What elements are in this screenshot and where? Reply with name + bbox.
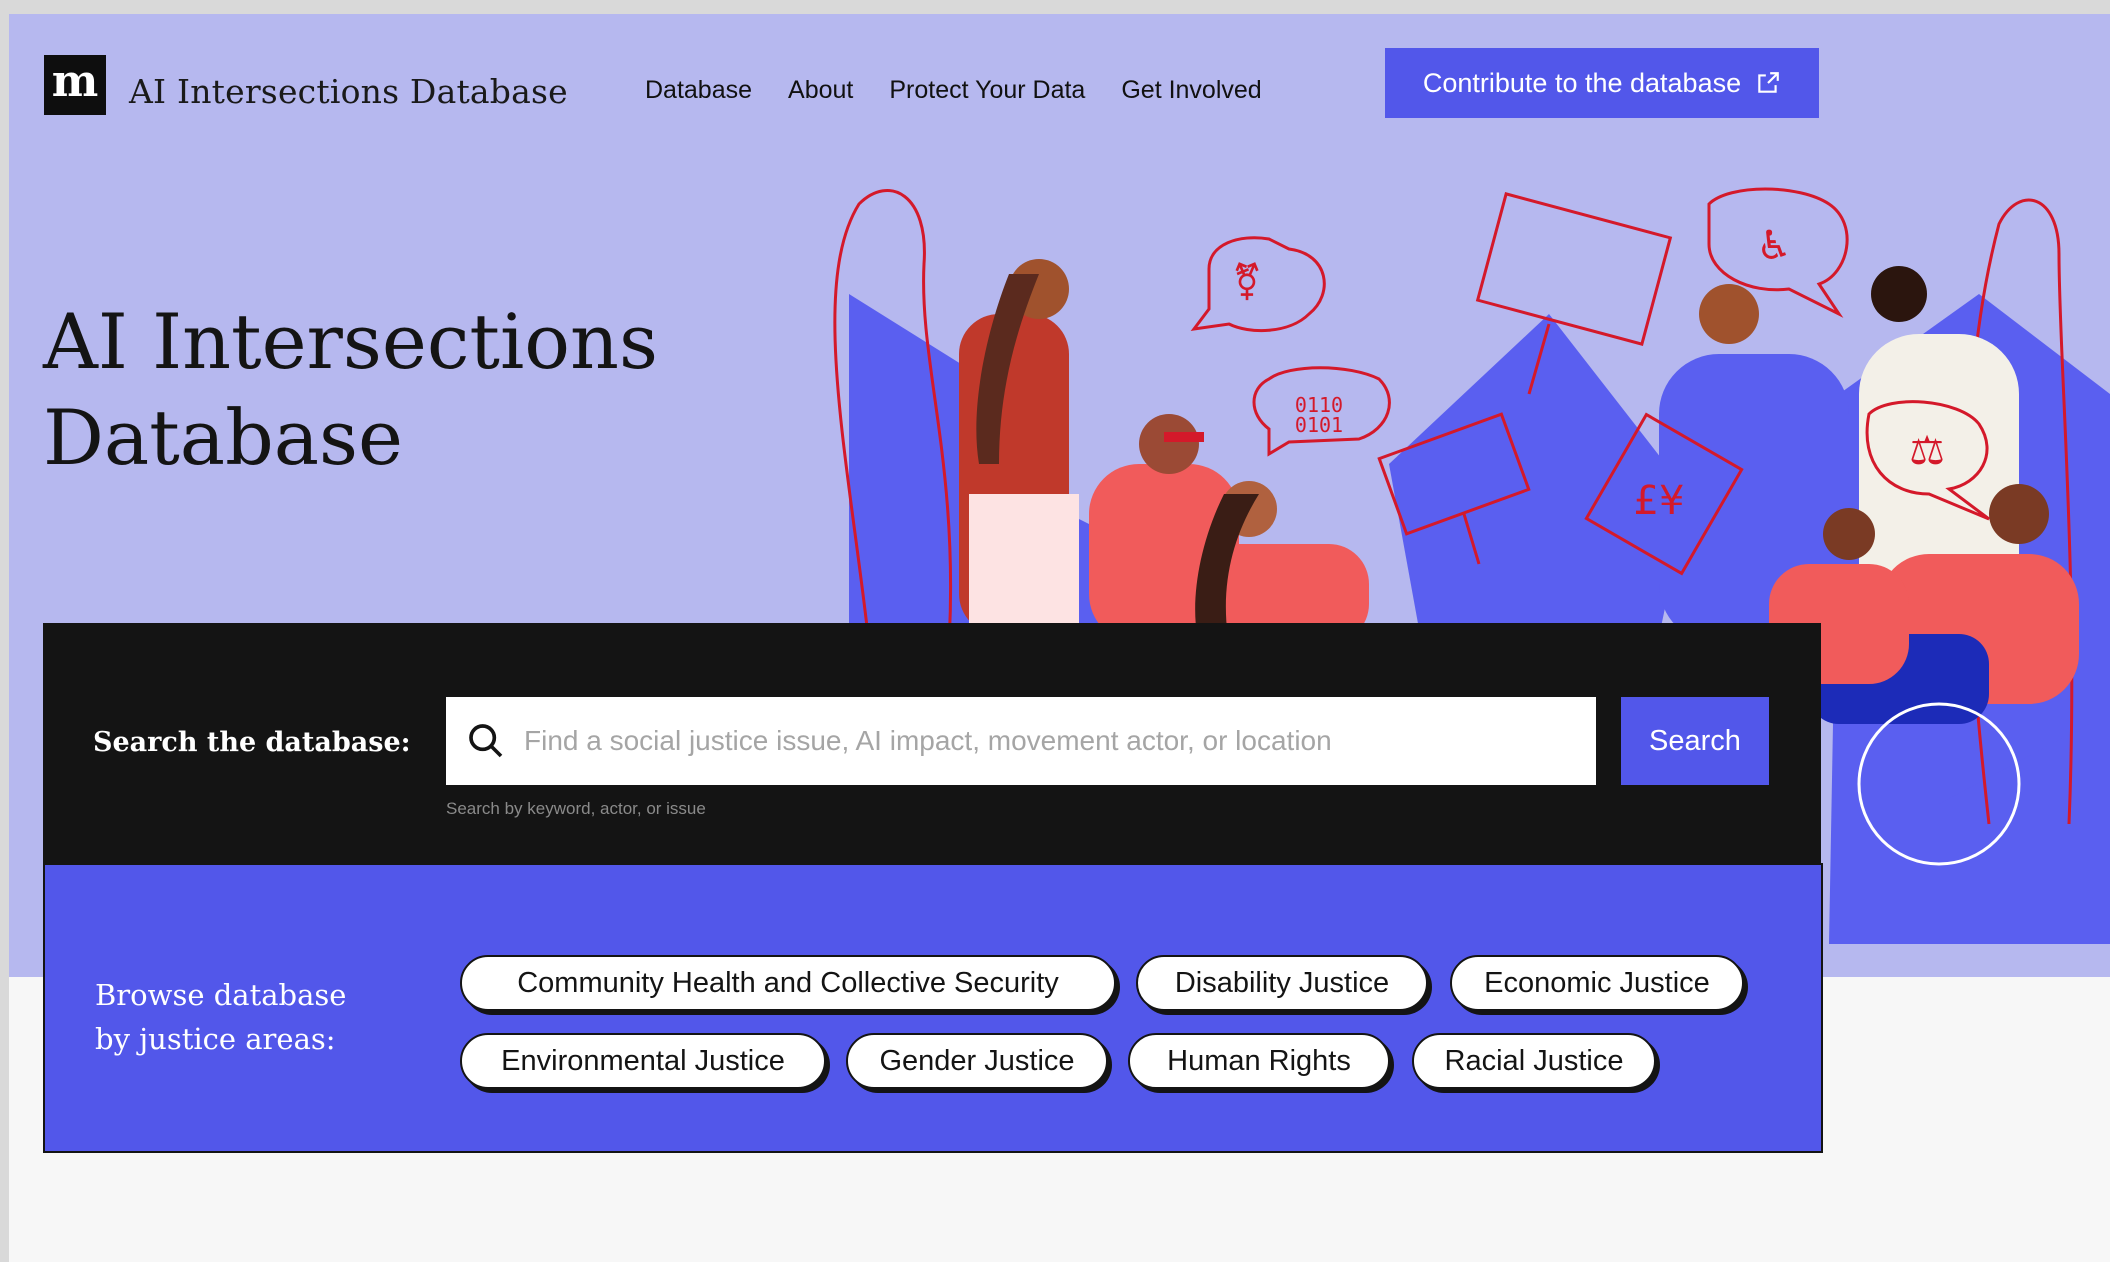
svg-text:£¥: £¥ [1634, 478, 1685, 524]
hero-title-line-2: Database [43, 393, 404, 482]
site-name[interactable]: AI Intersections Database [129, 72, 568, 111]
browse-label: Browse database by justice areas: [95, 973, 395, 1061]
contribute-label: Contribute to the database [1422, 67, 1742, 98]
svg-text:0101: 0101 [1295, 413, 1343, 437]
nav-link-get-involved[interactable]: Get Involved [1121, 76, 1261, 105]
search-icon [469, 724, 503, 758]
sign-hand-shovel-icon [1475, 192, 1673, 346]
nav-link-database[interactable]: Database [645, 76, 752, 105]
nav-link-protect-your-data[interactable]: Protect Your Data [889, 76, 1085, 105]
person-skirt [969, 494, 1079, 644]
person-head [1139, 414, 1199, 474]
nav-link-about[interactable]: About [788, 76, 853, 105]
justice-area-environmental[interactable]: Environmental Justice [460, 1033, 826, 1089]
logo[interactable]: m [44, 55, 106, 115]
search-box[interactable] [446, 697, 1596, 785]
page: m AI Intersections Database Database Abo… [9, 14, 2110, 1262]
hero-title: AI Intersections Database [43, 294, 743, 486]
svg-text:♿: ♿ [1756, 223, 1792, 269]
person-head [1989, 484, 2049, 544]
justice-area-human-rights[interactable]: Human Rights [1128, 1033, 1390, 1089]
person-head [1823, 508, 1875, 560]
search-button[interactable]: Search [1621, 697, 1769, 785]
justice-area-gender[interactable]: Gender Justice [846, 1033, 1108, 1089]
contribute-button[interactable]: Contribute to the database [1385, 48, 1819, 118]
justice-area-economic[interactable]: Economic Justice [1450, 955, 1744, 1011]
search-label: Search the database: [93, 727, 411, 758]
justice-area-racial[interactable]: Racial Justice [1412, 1033, 1656, 1089]
justice-area-community-health[interactable]: Community Health and Collective Security [460, 955, 1116, 1011]
svg-text:⚖: ⚖ [1909, 428, 1945, 474]
justice-area-disability[interactable]: Disability Justice [1136, 955, 1428, 1011]
svg-text:⚧: ⚧ [1232, 262, 1262, 303]
external-link-icon [1758, 72, 1779, 93]
browse-label-line-1: Browse database [95, 978, 347, 1012]
hero-title-line-1: AI Intersections [43, 297, 658, 386]
search-section: Search the database: Search Search by ke… [43, 623, 1821, 863]
main-nav: Database About Protect Your Data Get Inv… [645, 76, 1298, 105]
person-glasses [1164, 432, 1204, 442]
person-head [1699, 284, 1759, 344]
browse-label-line-2: by justice areas: [95, 1022, 336, 1056]
browse-section: Browse database by justice areas: Commun… [43, 863, 1823, 1153]
search-input[interactable] [522, 710, 1596, 772]
person-head [1871, 266, 1927, 322]
search-hint: Search by keyword, actor, or issue [446, 799, 706, 818]
